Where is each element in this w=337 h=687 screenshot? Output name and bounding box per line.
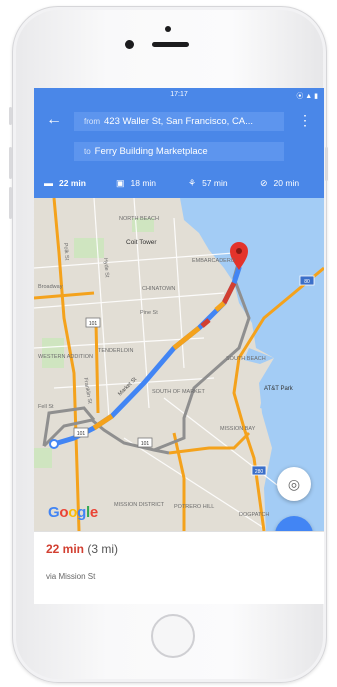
route-summary-card[interactable]: 22 min (3 mi) via Mission St: [34, 531, 324, 604]
status-icons: ⦿ ▲ ▮: [296, 93, 318, 100]
highway-shield: 101: [73, 427, 89, 438]
transit-icon: ▣: [116, 178, 125, 188]
route-distance: (3 mi): [87, 542, 119, 556]
map-label: MISSION DISTRICT: [114, 502, 165, 508]
highway-shield: 101: [85, 317, 101, 328]
route-eta: 22 min (3 mi): [46, 542, 118, 556]
park-area: [34, 448, 52, 468]
walk-icon: ⚘: [188, 178, 197, 188]
mode-transit-time: 18 min: [130, 178, 157, 188]
to-value: Ferry Building Marketplace: [94, 146, 208, 157]
mode-drive[interactable]: ▬ 22 min: [44, 175, 86, 191]
travel-mode-bar: ▬ 22 min ▣ 18 min ⚘ 57 min ⊘ 20 min: [34, 175, 324, 191]
mode-bike[interactable]: ⊘ 20 min: [260, 175, 299, 191]
map-label: NORTH BEACH: [119, 216, 159, 222]
map-label: Fell St: [38, 404, 54, 410]
svg-text:101: 101: [141, 441, 150, 447]
google-logo: Google: [48, 504, 98, 521]
map-view[interactable]: NORTH BEACH Coit Tower EMBARCADERO CHINA…: [34, 198, 324, 531]
from-field[interactable]: from 423 Waller St, San Francisco, CA...: [74, 112, 284, 131]
map-label: DOGPATCH: [239, 512, 269, 518]
mute-switch: [9, 107, 12, 125]
park-area: [74, 238, 104, 258]
highway-shield: 80: [299, 275, 315, 286]
map-label: Coit Tower: [126, 239, 157, 246]
svg-text:80: 80: [304, 279, 310, 285]
map-label: SOUTH BEACH: [226, 356, 266, 362]
home-button[interactable]: [151, 614, 195, 658]
status-time: 17:17: [170, 91, 188, 98]
earpiece-speaker: [152, 42, 189, 47]
map-label: CHINATOWN: [142, 286, 175, 292]
map-label: AT&T Park: [264, 386, 294, 392]
map-label: SOUTH OF MARKET: [152, 389, 206, 395]
volume-down-button: [9, 187, 12, 219]
highway-shield: 101: [137, 437, 153, 448]
origin-marker: [49, 439, 59, 449]
volume-up-button: [9, 147, 12, 179]
to-field[interactable]: to Ferry Building Marketplace: [74, 142, 284, 161]
map-label: POTRERO HILL: [174, 504, 214, 510]
mode-drive-time: 22 min: [59, 178, 86, 188]
directions-header: 17:17 ⦿ ▲ ▮ ← from 423 Waller St, San Fra…: [34, 88, 324, 198]
route-via: via Mission St: [46, 572, 96, 581]
svg-text:280: 280: [255, 469, 264, 475]
phone-screen: 17:17 ⦿ ▲ ▮ ← from 423 Waller St, San Fra…: [34, 88, 324, 604]
back-arrow-icon[interactable]: ←: [46, 112, 62, 128]
mode-walk[interactable]: ⚘ 57 min: [188, 175, 228, 191]
bike-icon: ⊘: [260, 178, 268, 188]
proximity-sensor: [165, 26, 171, 32]
from-value: 423 Waller St, San Francisco, CA...: [104, 116, 254, 127]
map-label: TENDERLOIN: [98, 348, 133, 354]
mode-bike-time: 20 min: [273, 178, 300, 188]
to-prefix: to: [84, 147, 91, 156]
power-button: [325, 147, 328, 181]
front-camera: [125, 40, 134, 49]
svg-text:101: 101: [89, 321, 98, 327]
map-label: WESTERN ADDITION: [38, 354, 93, 360]
svg-text:101: 101: [77, 431, 86, 437]
park-area: [42, 338, 64, 368]
map-label: Broadway: [38, 284, 63, 290]
map-label: EMBARCADERO: [192, 258, 236, 264]
my-location-icon[interactable]: ◎: [277, 467, 311, 501]
map-label: Pine St: [140, 310, 158, 316]
map-label: MISSION BAY: [220, 426, 256, 432]
from-prefix: from: [84, 117, 100, 126]
more-vert-icon[interactable]: ⋮: [298, 112, 312, 128]
mode-walk-time: 57 min: [202, 178, 228, 188]
highway-shield: 280: [251, 465, 267, 476]
route-duration: 22 min: [46, 542, 85, 556]
mode-transit[interactable]: ▣ 18 min: [116, 175, 156, 191]
car-icon: ▬: [44, 178, 53, 188]
